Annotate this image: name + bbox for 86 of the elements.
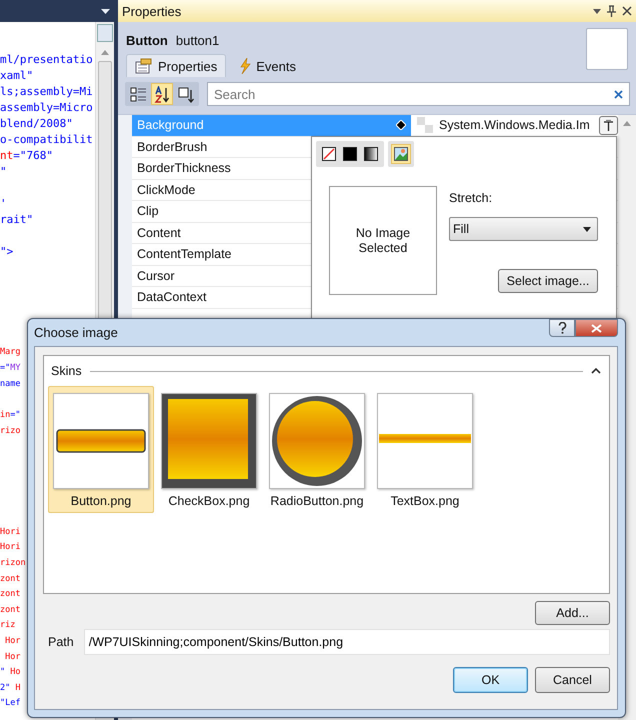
code-text: Hori <box>0 541 20 554</box>
code-text: ls;assembly=Mi <box>0 84 93 100</box>
path-label: Path <box>48 635 74 649</box>
stretch-label: Stretch: <box>449 191 494 205</box>
property-name[interactable]: Clip <box>137 204 159 218</box>
code-text: o-compatibilit <box>0 132 93 148</box>
code-text: in <box>0 409 10 422</box>
code-text: "Lef <box>0 697 20 710</box>
stretch-dropdown[interactable]: Fill <box>449 217 598 241</box>
property-name[interactable]: ContentTemplate <box>137 247 232 262</box>
sort-button[interactable] <box>151 83 173 105</box>
path-field[interactable]: /WP7UISkinning;component/Skins/Button.png <box>84 629 610 655</box>
code-text: ' <box>0 196 7 212</box>
help-button[interactable] <box>549 319 575 337</box>
code-text: xaml" <box>0 68 34 84</box>
property-menu-button[interactable] <box>599 116 618 135</box>
code-text: zont <box>0 588 20 602</box>
image-tile[interactable]: TextBox.png <box>372 386 478 513</box>
code-text: rait" <box>0 212 34 228</box>
property-name[interactable]: BorderBrush <box>137 140 208 154</box>
panel-tab[interactable]: Properties <box>126 54 226 77</box>
question-icon <box>558 322 566 334</box>
search-field[interactable]: Search <box>207 82 630 106</box>
image-preview: No Image Selected <box>329 186 437 295</box>
code-text: riz <box>0 619 16 632</box>
dropdown-icon[interactable] <box>593 8 601 14</box>
code-text: blend/2008" <box>0 116 73 132</box>
code-text: "> <box>0 244 14 260</box>
code-text: =" <box>0 362 10 376</box>
panel-title: Properties <box>122 4 182 18</box>
group-label: Skins <box>51 364 82 378</box>
code-text: ="768" <box>13 148 53 164</box>
lightning-icon <box>239 58 252 74</box>
property-value: System.Windows.Media.Im <box>439 118 591 132</box>
code-text: rizo <box>0 424 20 438</box>
property-sheet-icon <box>135 58 153 74</box>
code-text: 2" <box>0 682 10 695</box>
property-name[interactable]: Content <box>137 226 181 240</box>
close-icon[interactable] <box>622 6 632 16</box>
image-tile[interactable]: RadioButton.png <box>264 386 370 513</box>
code-text: rizon <box>0 557 26 570</box>
code-text: Marg <box>0 346 20 360</box>
property-name[interactable]: BorderThickness <box>137 161 231 176</box>
property-name[interactable]: ClickMode <box>137 182 196 197</box>
code-text: H <box>14 682 20 695</box>
add-button[interactable]: Add... <box>535 601 610 625</box>
element-preview <box>586 28 628 70</box>
chevron-icon[interactable] <box>591 368 601 374</box>
code-text: " <box>0 164 7 180</box>
close-button[interactable] <box>575 319 618 337</box>
code-text: Hori <box>0 526 20 539</box>
code-text: Ho <box>9 666 20 680</box>
code-text: MY <box>10 362 20 376</box>
image-tile[interactable]: Button.png <box>48 386 154 513</box>
dropdown-arrow-icon <box>583 226 591 232</box>
property-name[interactable]: DataContext <box>137 290 206 304</box>
brush-type-button[interactable] <box>391 144 411 164</box>
property-name[interactable]: Cursor <box>137 268 175 283</box>
code-text: =" <box>10 409 20 422</box>
code-text: " <box>0 666 6 680</box>
code-text: name <box>0 378 20 391</box>
dropdown-icon[interactable] <box>101 8 110 14</box>
checker-icon <box>417 117 433 134</box>
code-text: assembly=Micro <box>0 100 93 116</box>
panel-tab[interactable]: Events <box>230 54 305 77</box>
select-image-button[interactable]: Select image... <box>498 269 598 293</box>
element-type: Button <box>126 33 168 48</box>
dialog-button[interactable]: OK <box>453 667 528 693</box>
code-text: Hor <box>4 635 20 648</box>
pin-icon[interactable] <box>607 5 616 17</box>
brush-type-button[interactable] <box>361 144 381 164</box>
code-text: zont <box>0 572 20 586</box>
brush-type-button[interactable] <box>340 144 360 164</box>
image-tile[interactable]: CheckBox.png <box>156 386 262 513</box>
dialog-button[interactable]: Cancel <box>535 667 610 693</box>
code-text: Hor <box>4 650 20 664</box>
clear-icon[interactable] <box>614 90 623 99</box>
close-icon <box>591 324 602 332</box>
code-text: nt <box>0 148 14 164</box>
pin-icon <box>604 120 613 131</box>
code-text: zont <box>0 604 20 617</box>
dialog-title: Choose image <box>34 325 118 340</box>
element-name: button1 <box>176 33 220 48</box>
brush-type-button[interactable] <box>319 144 339 164</box>
code-text: ml/presentatio <box>0 52 93 68</box>
diamond-icon <box>396 120 406 130</box>
